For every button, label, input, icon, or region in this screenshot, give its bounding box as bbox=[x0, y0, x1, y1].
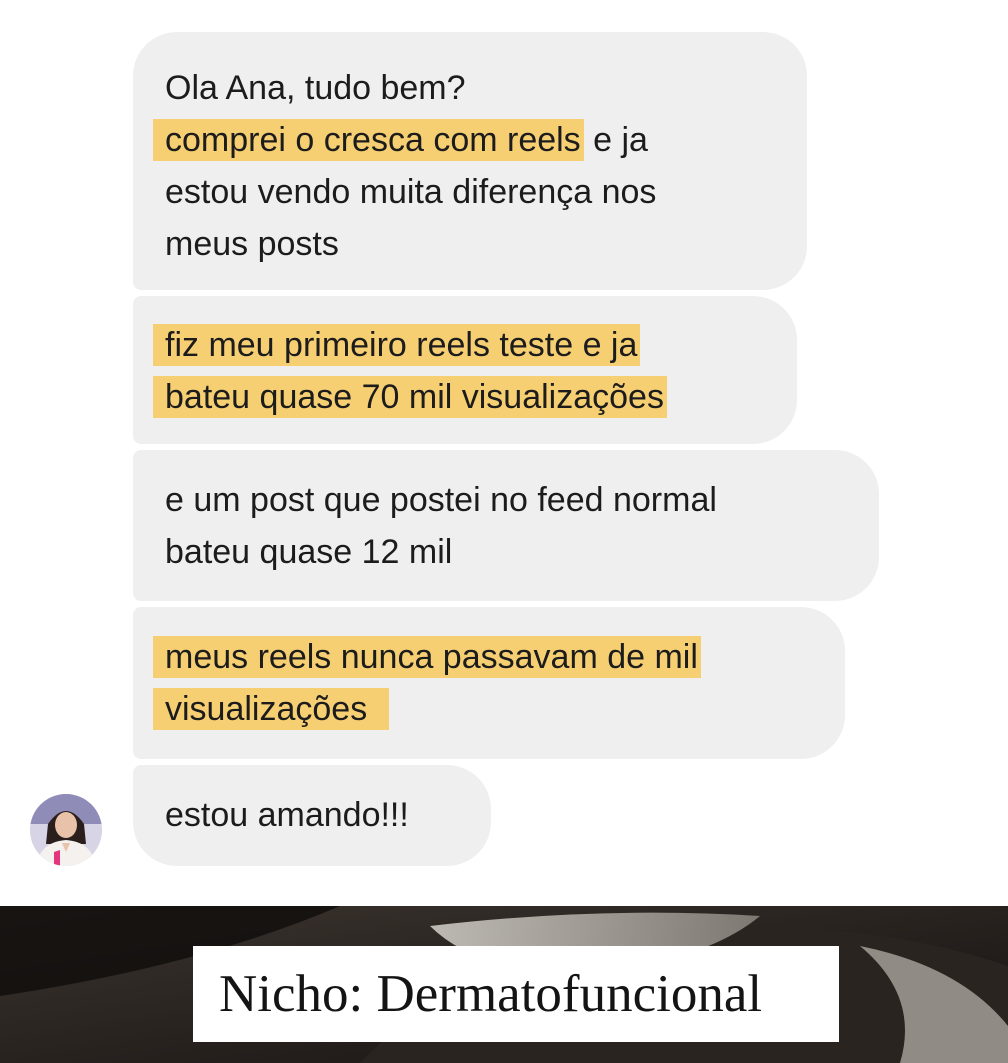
message-bubble-1[interactable]: Ola Ana, tudo bem? comprei o cresca com … bbox=[133, 32, 807, 290]
niche-caption: Nicho: Dermatofuncional bbox=[193, 946, 839, 1042]
message-line: estou amando!!! bbox=[165, 789, 459, 841]
highlighted-text: fiz meu primeiro reels teste e ja bbox=[153, 324, 641, 366]
avatar-photo-icon bbox=[30, 794, 102, 866]
message-line: fiz meu primeiro reels teste e ja bbox=[153, 319, 765, 371]
message-text: e um post que postei no feed normal bbox=[165, 481, 717, 519]
sender-avatar[interactable] bbox=[30, 794, 102, 866]
message-text: estou vendo muita diferença nos bbox=[165, 173, 657, 211]
message-text: bateu quase 12 mil bbox=[165, 533, 453, 571]
message-bubble-3[interactable]: e um post que postei no feed normal bate… bbox=[133, 450, 879, 601]
message-line: Ola Ana, tudo bem? bbox=[165, 62, 775, 114]
message-text: estou amando!!! bbox=[165, 796, 409, 834]
message-line: comprei o cresca com reels e ja bbox=[153, 114, 775, 166]
message-bubble-5[interactable]: estou amando!!! bbox=[133, 765, 491, 866]
highlighted-text: visualizações bbox=[153, 688, 390, 730]
message-line: meus reels nunca passavam de mil bbox=[153, 631, 813, 683]
chat-thread: Ola Ana, tudo bem? comprei o cresca com … bbox=[0, 0, 1008, 906]
highlighted-text: bateu quase 70 mil visualizações bbox=[153, 376, 667, 418]
message-text: meus posts bbox=[165, 225, 339, 263]
message-line: meus posts bbox=[165, 218, 775, 270]
message-bubble-4[interactable]: meus reels nunca passavam de mil visuali… bbox=[133, 607, 845, 759]
highlighted-text: comprei o cresca com reels bbox=[153, 119, 584, 161]
highlighted-text: meus reels nunca passavam de mil bbox=[153, 636, 701, 678]
message-line: estou vendo muita diferença nos bbox=[165, 166, 775, 218]
message-line: e um post que postei no feed normal bbox=[165, 474, 847, 526]
message-line: bateu quase 70 mil visualizações bbox=[153, 371, 765, 423]
message-line: visualizações bbox=[153, 683, 813, 735]
message-line: bateu quase 12 mil bbox=[165, 526, 847, 578]
message-text: e ja bbox=[583, 121, 648, 159]
message-bubble-2[interactable]: fiz meu primeiro reels teste e ja bateu … bbox=[133, 296, 797, 444]
message-text: Ola Ana, tudo bem? bbox=[165, 69, 466, 107]
